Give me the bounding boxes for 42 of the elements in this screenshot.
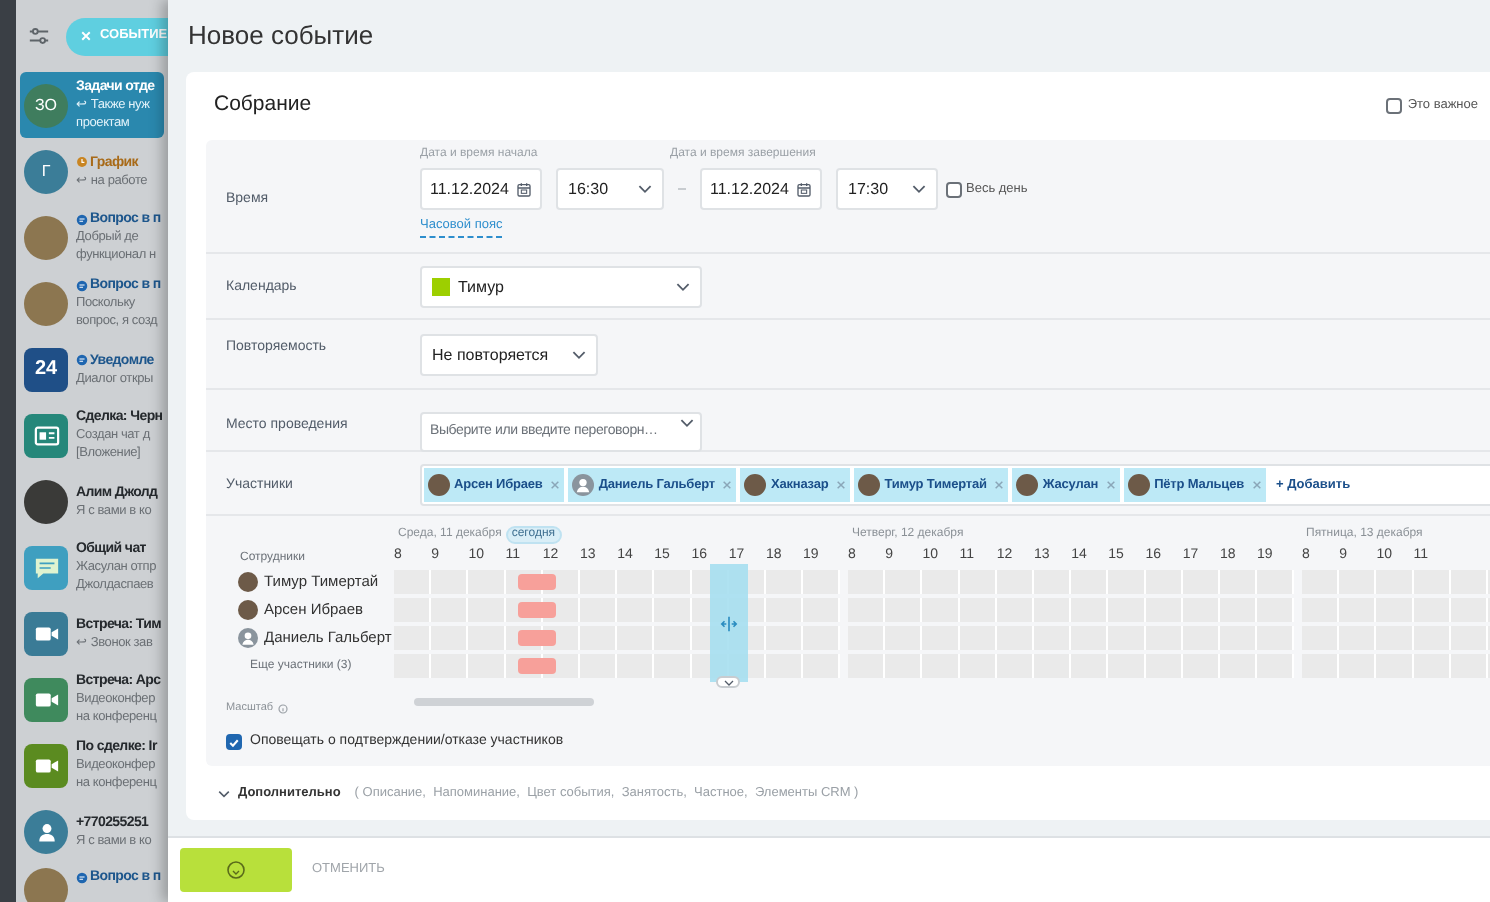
loading-icon — [226, 860, 246, 880]
chevron-down-icon — [572, 350, 586, 360]
event-name: Собрание — [214, 90, 312, 121]
calendar-icon — [796, 181, 812, 197]
calendar-select[interactable]: Тимур — [420, 266, 702, 308]
drag-handle-icon[interactable] — [719, 615, 738, 631]
chat-icon — [33, 555, 59, 579]
close-icon[interactable] — [80, 30, 92, 42]
remove-icon[interactable] — [1106, 480, 1117, 490]
date-field[interactable]: 11.12.2024 — [700, 168, 822, 210]
calendar-icon — [516, 181, 532, 197]
remove-icon[interactable] — [836, 480, 847, 490]
filter-icon[interactable] — [28, 26, 50, 46]
range-dash — [678, 188, 686, 190]
check-icon — [228, 735, 240, 750]
dialog-title: Новое событие — [186, 18, 376, 55]
chevron-down-icon — [638, 184, 652, 194]
checkbox[interactable] — [226, 734, 242, 751]
time-select[interactable]: 17:30 — [836, 168, 938, 210]
remove-icon[interactable] — [722, 480, 733, 490]
remove-icon[interactable] — [550, 480, 561, 490]
avatar: ЗО — [24, 83, 68, 127]
info-icon — [277, 703, 288, 713]
person-icon — [33, 819, 59, 843]
chevron-down-icon — [912, 184, 926, 194]
chevron-down-icon[interactable] — [218, 789, 230, 797]
id-card-icon — [33, 423, 59, 447]
avatar: 24 — [24, 347, 68, 391]
date-field[interactable]: 11.12.2024 — [420, 168, 542, 210]
chevron-down-icon — [676, 282, 690, 292]
save-button[interactable] — [180, 848, 292, 892]
chevron-down-icon — [723, 679, 734, 685]
checkbox[interactable] — [1385, 98, 1402, 114]
repeat-select[interactable]: Не повторяется — [420, 334, 598, 376]
avatar: Г — [24, 149, 68, 193]
remove-icon[interactable] — [1251, 480, 1262, 490]
checkbox[interactable] — [946, 181, 962, 197]
scrollbar-thumb[interactable] — [414, 698, 594, 706]
expand-button[interactable] — [716, 676, 741, 688]
chevron-down-icon — [680, 418, 694, 428]
remove-icon[interactable] — [994, 480, 1005, 490]
time-select[interactable]: 16:30 — [556, 168, 664, 210]
